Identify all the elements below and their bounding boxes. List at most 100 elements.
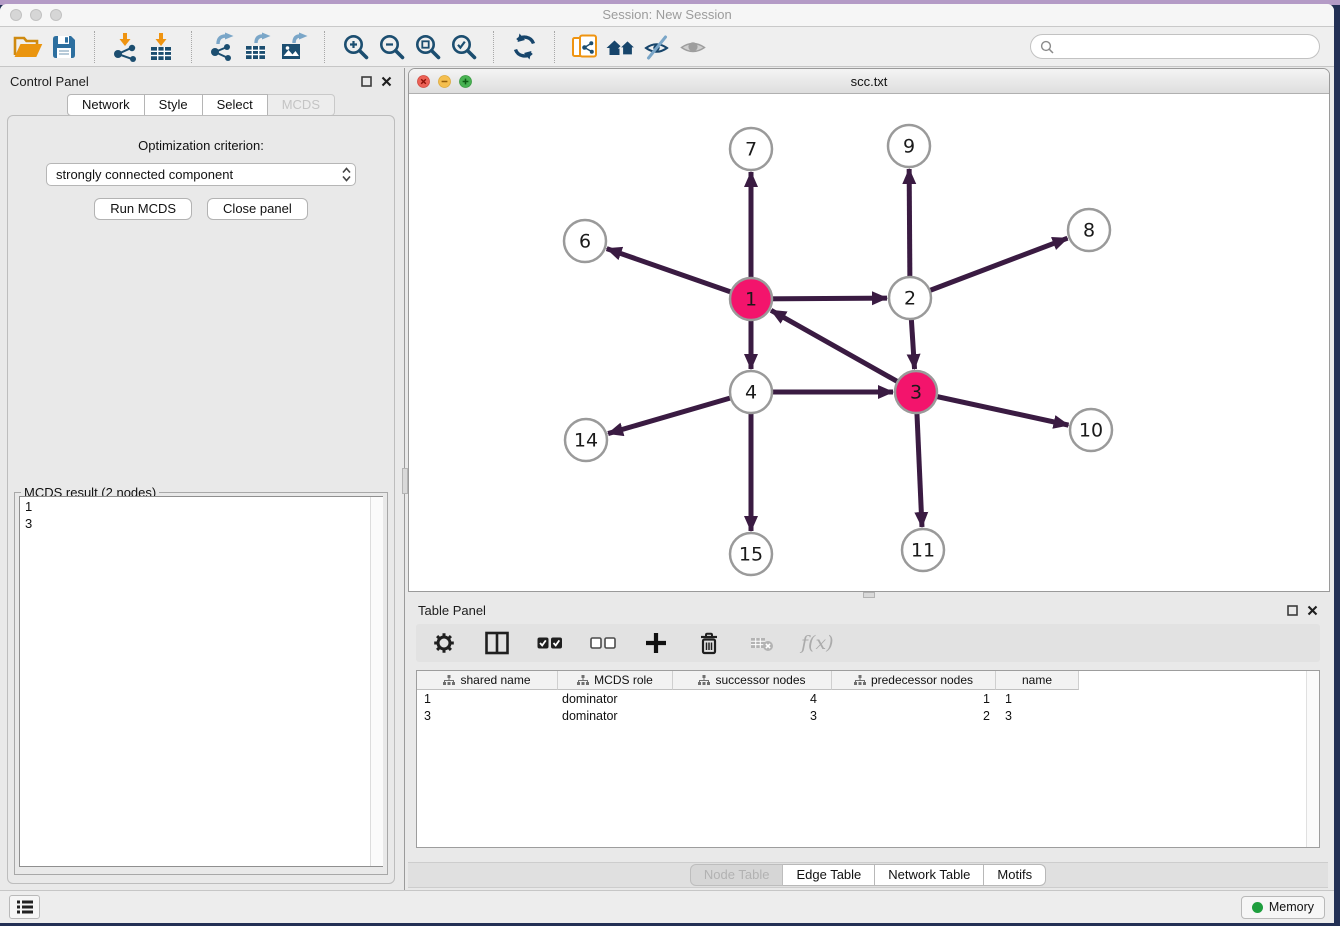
first-neighbors-button[interactable] (603, 30, 639, 64)
refresh-icon (510, 32, 539, 61)
column-header-mcds-role[interactable]: MCDS role (558, 671, 673, 690)
table-cell[interactable]: 1 (832, 690, 996, 707)
zoom-selected-icon (449, 32, 478, 61)
toolbar-separator (554, 31, 555, 63)
close-window-button[interactable] (10, 9, 22, 21)
toolbar-separator (191, 31, 192, 63)
memory-button[interactable]: Memory (1241, 896, 1325, 919)
toolbar-separator (324, 31, 325, 63)
table-cell[interactable]: 1 (996, 690, 1079, 707)
import-network-button[interactable] (107, 30, 143, 64)
table-header-row: shared name MCDS rolesuccessor nodesprede… (417, 671, 1319, 690)
table-cell[interactable]: 3 (417, 707, 558, 724)
tab-mcds[interactable]: MCDS (268, 94, 335, 116)
delete-table-button[interactable] (748, 629, 776, 657)
table-scrollbar[interactable] (1306, 671, 1319, 847)
criterion-select[interactable]: strongly connected component (46, 163, 356, 186)
list-icon (15, 897, 35, 917)
tab-select[interactable]: Select (203, 94, 268, 116)
control-panel-header: Control Panel (0, 68, 402, 94)
deselect-all-button[interactable] (589, 629, 617, 657)
mcds-panel: Optimization criterion: strongly connect… (7, 115, 395, 884)
graph-edge-3-1[interactable] (771, 310, 916, 392)
open-session-button[interactable] (10, 30, 46, 64)
table-cell[interactable]: dominator (558, 690, 673, 707)
save-session-button[interactable] (46, 30, 82, 64)
maximize-view-button[interactable] (459, 75, 472, 88)
result-scrollbar[interactable] (370, 497, 383, 866)
tab-network[interactable]: Network (67, 94, 145, 116)
clone-network-button[interactable] (567, 30, 603, 64)
network-view-title: scc.txt (409, 69, 1329, 94)
memory-label: Memory (1269, 900, 1314, 914)
status-bar: Memory (0, 890, 1334, 923)
table-cell[interactable]: dominator (558, 707, 673, 724)
float-panel-icon[interactable] (361, 76, 372, 87)
show-all-button[interactable] (675, 30, 711, 64)
graph-edge-4-14[interactable] (608, 392, 751, 434)
close-panel-icon[interactable] (381, 76, 392, 87)
export-network-button[interactable] (204, 30, 240, 64)
tab-edge-table[interactable]: Edge Table (783, 864, 875, 886)
network-canvas[interactable]: 7968124314101511 (409, 94, 1329, 591)
select-all-button[interactable] (536, 629, 564, 657)
float-panel-icon[interactable] (1287, 605, 1298, 616)
run-mcds-button[interactable]: Run MCDS (94, 198, 192, 220)
column-header-successor-nodes[interactable]: successor nodes (673, 671, 832, 690)
export-image-icon (279, 32, 309, 62)
table-cell[interactable]: 4 (673, 690, 832, 707)
graph-node-label-10: 10 (1079, 420, 1103, 442)
close-view-button[interactable] (417, 75, 430, 88)
zoom-in-button[interactable] (337, 30, 373, 64)
attribute-tree-icon (698, 675, 710, 686)
maximize-window-button[interactable] (50, 9, 62, 21)
import-table-button[interactable] (143, 30, 179, 64)
tab-network-table[interactable]: Network Table (875, 864, 984, 886)
apply-function-button[interactable]: f(x) (801, 632, 834, 654)
hide-selected-button[interactable] (639, 30, 675, 64)
table-row[interactable]: 1dominator411 (417, 690, 1319, 707)
window-titlebar: Session: New Session (0, 4, 1334, 27)
tab-style[interactable]: Style (145, 94, 203, 116)
close-panel-button[interactable]: Close panel (207, 198, 308, 220)
trash-icon (696, 630, 722, 656)
table-cell[interactable]: 3 (673, 707, 832, 724)
zoom-fit-button[interactable] (409, 30, 445, 64)
column-header-name[interactable]: name (996, 671, 1079, 690)
zoom-selected-button[interactable] (445, 30, 481, 64)
column-header-predecessor-nodes[interactable]: predecessor nodes (832, 671, 996, 690)
network-view-titlebar: scc.txt (409, 69, 1329, 94)
split-columns-icon (484, 630, 510, 656)
column-header-shared-name[interactable]: shared name (417, 671, 558, 690)
table-cell[interactable]: 2 (832, 707, 996, 724)
add-column-button[interactable] (642, 629, 670, 657)
graph-node-label-6: 6 (579, 231, 591, 253)
search-input[interactable] (1059, 38, 1310, 55)
export-table-button[interactable] (240, 30, 276, 64)
table-cell[interactable]: 1 (417, 690, 558, 707)
table-cell[interactable]: 3 (996, 707, 1079, 724)
task-history-button[interactable] (9, 895, 40, 919)
tab-node-table[interactable]: Node Table (690, 864, 784, 886)
graph-edge-3-10[interactable] (916, 392, 1069, 425)
save-icon (50, 33, 78, 61)
table-tabs-strip: Node TableEdge TableNetwork TableMotifs (408, 862, 1328, 888)
close-panel-icon[interactable] (1307, 605, 1318, 616)
minimize-view-button[interactable] (438, 75, 451, 88)
graph-node-label-9: 9 (903, 136, 915, 158)
tab-motifs[interactable]: Motifs (984, 864, 1046, 886)
apply-layout-button[interactable] (506, 30, 542, 64)
zoom-out-button[interactable] (373, 30, 409, 64)
table-row[interactable]: 3dominator323 (417, 707, 1319, 724)
column-label: shared name (460, 673, 530, 687)
table-settings-button[interactable] (430, 629, 458, 657)
mcds-result-text[interactable]: 13 (19, 496, 383, 867)
export-image-button[interactable] (276, 30, 312, 64)
import-network-icon (110, 32, 140, 62)
open-folder-icon (13, 33, 43, 60)
graph-edge-1-6[interactable] (607, 249, 751, 299)
delete-column-button[interactable] (695, 629, 723, 657)
minimize-window-button[interactable] (30, 9, 42, 21)
graph-edge-2-8[interactable] (910, 238, 1067, 298)
split-table-button[interactable] (483, 629, 511, 657)
